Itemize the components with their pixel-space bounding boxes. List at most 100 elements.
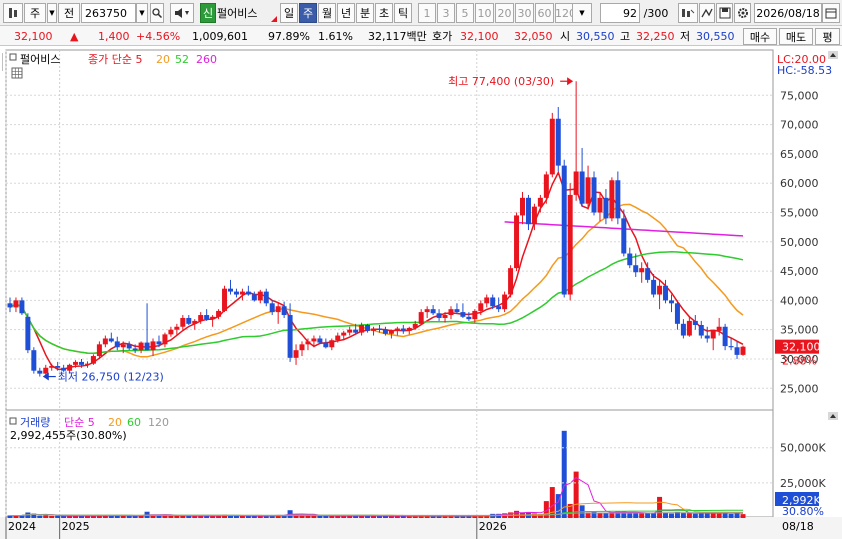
price-change: 1,400 <box>98 30 130 43</box>
volume-bar <box>317 515 323 518</box>
date-end-label: 08/18 <box>782 520 814 533</box>
search-icon[interactable] <box>150 3 164 23</box>
candle-body <box>716 326 722 331</box>
interval-button-10[interactable]: 10 <box>475 3 494 23</box>
prev-button[interactable]: 전 <box>58 3 80 23</box>
interval-button-5[interactable]: 5 <box>456 3 474 23</box>
volume-bar <box>43 515 49 518</box>
candle-body <box>442 315 448 318</box>
stock-badge: 신 <box>200 3 216 23</box>
market-dropdown-icon[interactable]: ▼ <box>47 3 57 23</box>
interval-button-1[interactable]: 1 <box>418 3 436 23</box>
stock-code-input[interactable]: 263750 <box>81 3 136 23</box>
candle-body <box>591 177 597 213</box>
candle-body <box>150 341 156 351</box>
price-tick-label: 40,000 <box>780 294 819 307</box>
volume-bar <box>233 516 239 518</box>
interval-button-60[interactable]: 60 <box>535 3 554 23</box>
stock-chart[interactable]: 75,000 70,000 65,000 60,000 55,000 50,000 45,0… <box>0 46 842 539</box>
interval-button-20[interactable]: 20 <box>495 3 514 23</box>
candle-body <box>502 294 508 310</box>
volume-bar <box>668 513 674 518</box>
price-tick-label: 55,000 <box>780 206 819 219</box>
candle-body <box>31 350 37 371</box>
legend-ma5: 종가 단순 5 <box>88 53 142 66</box>
volume-ratio: 97.89% <box>268 30 310 43</box>
buy-button[interactable]: 매수 <box>743 28 777 45</box>
volume-bar <box>597 513 603 518</box>
period-tab-6[interactable]: 틱 <box>394 3 412 23</box>
volume-legend-ma60: 60 <box>127 416 141 429</box>
period-tab-4[interactable]: 분 <box>356 3 374 23</box>
period-tab-5[interactable]: 초 <box>375 3 393 23</box>
chart-type-icon[interactable] <box>3 3 23 23</box>
candle-body <box>222 288 228 311</box>
x-axis-label: 2024 <box>8 520 36 533</box>
interval-button-30[interactable]: 30 <box>515 3 534 23</box>
date-input[interactable]: 2026/08/18 <box>754 3 822 23</box>
period-tab-3[interactable]: 년 <box>337 3 355 23</box>
speaker-icon[interactable] <box>170 3 194 23</box>
open-price: 30,550 <box>576 30 615 43</box>
candle-body <box>490 297 496 307</box>
indicator-icon[interactable] <box>678 3 698 23</box>
eval-button[interactable]: 평 <box>815 28 840 45</box>
code-dropdown-icon[interactable]: ▼ <box>136 3 148 23</box>
period-tab-1[interactable]: 주 <box>299 3 317 23</box>
candle-body <box>460 312 466 317</box>
candle-body <box>168 329 174 335</box>
legend-ma52: 52 <box>175 53 189 66</box>
chart-title: 펄어비스 <box>20 53 60 66</box>
candle-body <box>55 366 61 368</box>
candle-body <box>621 218 627 254</box>
candle-body <box>341 332 347 336</box>
x-axis-label: 2025 <box>62 520 90 533</box>
volume-bar <box>686 513 692 518</box>
volume-bar <box>645 513 651 518</box>
candle-body <box>96 344 102 357</box>
candle-body <box>144 342 150 351</box>
candle-body <box>25 316 31 351</box>
gear-icon[interactable] <box>734 3 751 23</box>
candle-body <box>7 303 13 308</box>
current-price-tag-label: 32,100 <box>782 341 821 354</box>
candle-body <box>680 323 686 336</box>
candle-body <box>192 320 198 324</box>
candle-body <box>210 316 216 320</box>
candle-body <box>323 342 329 348</box>
volume-bar <box>549 487 555 518</box>
volume-bar <box>680 513 686 518</box>
candle-body <box>603 197 609 219</box>
candle-body <box>114 341 120 348</box>
calendar-icon[interactable] <box>822 3 840 23</box>
volume-legend-ma5: 단순 5 <box>64 416 95 429</box>
period-tab-0[interactable]: 일 <box>280 3 298 23</box>
price-tick-label: 25,000 <box>780 382 819 395</box>
candle-body <box>394 328 400 331</box>
candle-body <box>102 338 108 345</box>
sell-button[interactable]: 매도 <box>779 28 813 45</box>
candle-body <box>263 291 269 304</box>
count-input[interactable]: 92 <box>600 3 640 23</box>
date-axis-strip <box>0 517 842 539</box>
name-corner-icon <box>271 16 277 22</box>
interval-dropdown-icon[interactable]: ▼ <box>572 3 592 23</box>
candle-body <box>609 180 615 219</box>
volume-bar <box>245 515 251 518</box>
candle-body <box>257 291 263 301</box>
candle-body <box>639 268 645 273</box>
candle-body <box>347 329 353 333</box>
save-icon[interactable] <box>716 3 733 23</box>
interval-button-3[interactable]: 3 <box>437 3 455 23</box>
candle-body <box>305 341 311 345</box>
hc-label: HC:-58.53 <box>777 64 832 77</box>
candle-body <box>281 306 287 316</box>
candle-body <box>335 335 341 341</box>
market-select[interactable]: 주 <box>24 3 46 23</box>
price-tick-label: 75,000 <box>780 89 819 102</box>
price-tick-label: 35,000 <box>780 324 819 337</box>
period-tab-2[interactable]: 월 <box>318 3 336 23</box>
legend-ma260: 260 <box>196 53 217 66</box>
drawing-tool-icon[interactable] <box>699 3 715 23</box>
price-pane <box>5 49 774 411</box>
